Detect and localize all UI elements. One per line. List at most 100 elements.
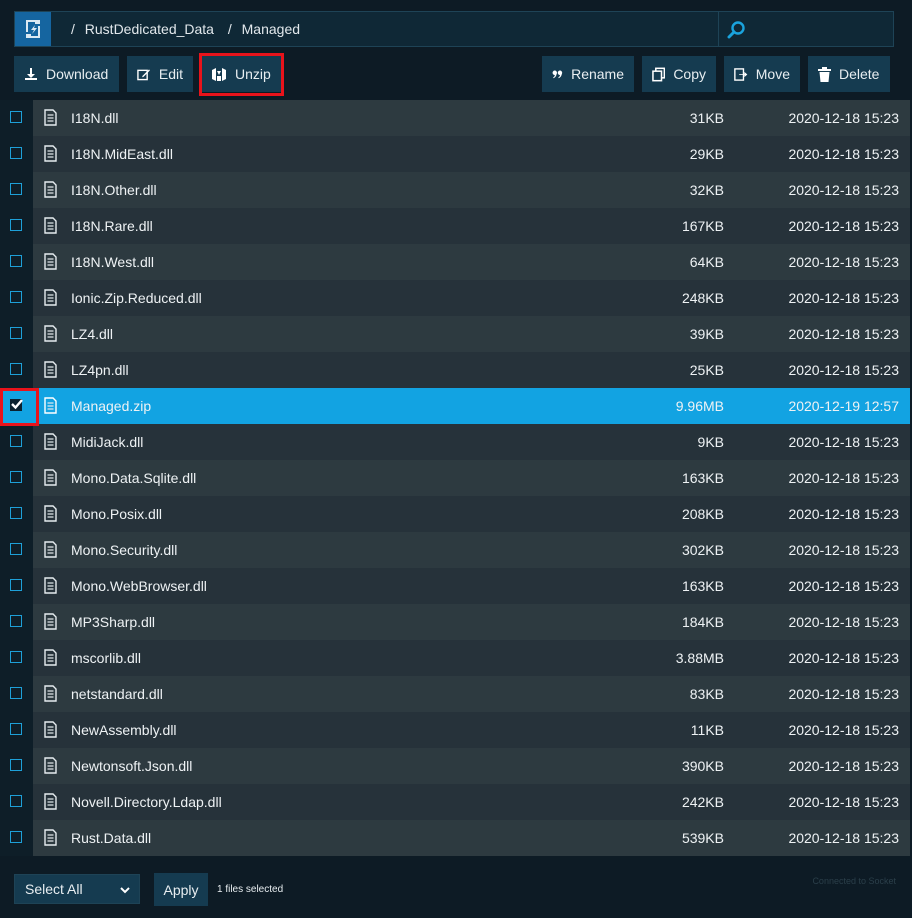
file-row[interactable]: mscorlib.dll 3.88MB 2020-12-18 15:23 <box>0 640 910 676</box>
breadcrumb-folder-managed[interactable]: Managed <box>242 21 300 37</box>
bulk-select-dropdown[interactable]: Select All <box>14 874 140 904</box>
file-icon <box>44 325 57 345</box>
file-row[interactable]: Managed.zip 9.96MB 2020-12-19 12:57 <box>0 388 910 424</box>
file-size: 248KB <box>681 290 724 306</box>
file-name[interactable]: I18N.West.dll <box>71 244 154 280</box>
move-button[interactable]: Move <box>724 56 800 92</box>
file-row[interactable]: Mono.Data.Sqlite.dll 163KB 2020-12-18 15:2… <box>0 460 910 496</box>
copy-label: Copy <box>673 66 706 82</box>
file-name[interactable]: MP3Sharp.dll <box>71 604 155 640</box>
checkbox[interactable] <box>10 615 22 627</box>
file-row[interactable]: NewAssembly.dll 11KB 2020-12-18 15:23 <box>0 712 910 748</box>
search-icon[interactable] <box>727 20 747 45</box>
file-name[interactable]: Ionic.Zip.Reduced.dll <box>71 280 202 316</box>
file-name[interactable]: MidiJack.dll <box>71 424 143 460</box>
file-name[interactable]: NewAssembly.dll <box>71 712 177 748</box>
edit-button[interactable]: Edit <box>127 56 193 92</box>
file-row[interactable]: I18N.Rare.dll 167KB 2020-12-18 15:23 <box>0 208 910 244</box>
file-name[interactable]: LZ4.dll <box>71 316 113 352</box>
copy-button[interactable]: Copy <box>642 56 716 92</box>
app-logo-icon[interactable] <box>15 12 51 46</box>
breadcrumb-folder-rustdedicated-data[interactable]: RustDedicated_Data <box>85 21 214 37</box>
file-icon <box>44 469 57 489</box>
checkbox[interactable] <box>10 687 22 699</box>
file-row[interactable]: Newtonsoft.Json.dll 390KB 2020-12-18 15:23 <box>0 748 910 784</box>
file-name[interactable]: I18N.MidEast.dll <box>71 136 173 172</box>
file-name[interactable]: netstandard.dll <box>71 676 163 712</box>
file-row[interactable]: Mono.Security.dll 302KB 2020-12-18 15:23 <box>0 532 910 568</box>
checkbox-cell <box>0 424 33 460</box>
file-row[interactable]: Mono.WebBrowser.dll 163KB 2020-12-18 15:23 <box>0 568 910 604</box>
checkbox[interactable] <box>10 759 22 771</box>
file-row[interactable]: I18N.West.dll 64KB 2020-12-18 15:23 <box>0 244 910 280</box>
file-row[interactable]: I18N.MidEast.dll 29KB 2020-12-18 15:23 <box>0 136 910 172</box>
file-name[interactable]: Mono.Posix.dll <box>71 496 162 532</box>
file-size: 29KB <box>689 146 724 162</box>
download-icon <box>25 68 37 80</box>
file-size: 242KB <box>681 794 724 810</box>
checkbox[interactable] <box>10 219 22 231</box>
checkbox-cell <box>0 820 33 856</box>
file-date: 2020-12-18 15:23 <box>788 686 899 702</box>
file-name[interactable]: mscorlib.dll <box>71 640 141 676</box>
file-row[interactable]: I18N.dll 31KB 2020-12-18 15:23 <box>0 100 910 136</box>
checkbox-cell <box>0 640 33 676</box>
file-name[interactable]: I18N.dll <box>71 100 118 136</box>
file-date: 2020-12-18 15:23 <box>788 578 899 594</box>
file-name[interactable]: I18N.Rare.dll <box>71 208 153 244</box>
delete-button[interactable]: Delete <box>808 56 890 92</box>
checkbox[interactable] <box>10 183 22 195</box>
apply-button[interactable]: Apply <box>154 873 208 906</box>
file-icon <box>44 541 57 561</box>
rename-button[interactable]: Rename <box>542 56 634 92</box>
file-size: 64KB <box>689 254 724 270</box>
checkbox[interactable] <box>10 291 22 303</box>
edit-icon <box>137 68 150 80</box>
file-icon <box>44 685 57 705</box>
file-name[interactable]: Mono.Security.dll <box>71 532 177 568</box>
checkbox[interactable] <box>10 471 22 483</box>
checkbox[interactable] <box>10 507 22 519</box>
search-field[interactable] <box>718 12 895 46</box>
checkbox-cell <box>0 532 33 568</box>
checkbox[interactable] <box>10 543 22 555</box>
file-icon <box>44 217 57 237</box>
checkbox-cell <box>0 172 33 208</box>
file-name[interactable]: Mono.Data.Sqlite.dll <box>71 460 196 496</box>
checkbox[interactable] <box>10 327 22 339</box>
checkbox[interactable] <box>10 579 22 591</box>
file-row[interactable]: Rust.Data.dll 539KB 2020-12-18 15:23 <box>0 820 910 856</box>
checkbox[interactable] <box>10 435 22 447</box>
file-name[interactable]: Novell.Directory.Ldap.dll <box>71 784 222 820</box>
file-row[interactable]: I18N.Other.dll 32KB 2020-12-18 15:23 <box>0 172 910 208</box>
file-row[interactable]: MP3Sharp.dll 184KB 2020-12-18 15:23 <box>0 604 910 640</box>
file-row[interactable]: netstandard.dll 83KB 2020-12-18 15:23 <box>0 676 910 712</box>
file-row[interactable]: Mono.Posix.dll 208KB 2020-12-18 15:23 <box>0 496 910 532</box>
checkbox[interactable] <box>10 723 22 735</box>
quote-icon <box>552 70 563 78</box>
file-row[interactable]: LZ4pn.dll 25KB 2020-12-18 15:23 <box>0 352 910 388</box>
checkbox[interactable] <box>10 147 22 159</box>
checkbox[interactable] <box>10 363 22 375</box>
file-name[interactable]: Managed.zip <box>71 388 151 424</box>
file-row[interactable]: MidiJack.dll 9KB 2020-12-18 15:23 <box>0 424 910 460</box>
checkbox-cell <box>0 604 33 640</box>
file-icon <box>44 397 57 417</box>
checkbox[interactable] <box>10 831 22 843</box>
checkbox[interactable] <box>10 111 22 123</box>
file-name[interactable]: LZ4pn.dll <box>71 352 129 388</box>
checkbox[interactable] <box>10 651 22 663</box>
checkbox[interactable] <box>10 255 22 267</box>
checkbox[interactable] <box>10 795 22 807</box>
file-name[interactable]: Newtonsoft.Json.dll <box>71 748 192 784</box>
file-date: 2020-12-18 15:23 <box>788 650 899 666</box>
download-button[interactable]: Download <box>14 56 119 92</box>
file-name[interactable]: I18N.Other.dll <box>71 172 157 208</box>
file-row[interactable]: Ionic.Zip.Reduced.dll 248KB 2020-12-18 15:… <box>0 280 910 316</box>
file-row[interactable]: LZ4.dll 39KB 2020-12-18 15:23 <box>0 316 910 352</box>
file-name[interactable]: Mono.WebBrowser.dll <box>71 568 207 604</box>
download-label: Download <box>46 66 109 82</box>
file-name[interactable]: Rust.Data.dll <box>71 820 151 856</box>
file-row[interactable]: Novell.Directory.Ldap.dll 242KB 2020-12-18… <box>0 784 910 820</box>
file-date: 2020-12-18 15:23 <box>788 794 899 810</box>
